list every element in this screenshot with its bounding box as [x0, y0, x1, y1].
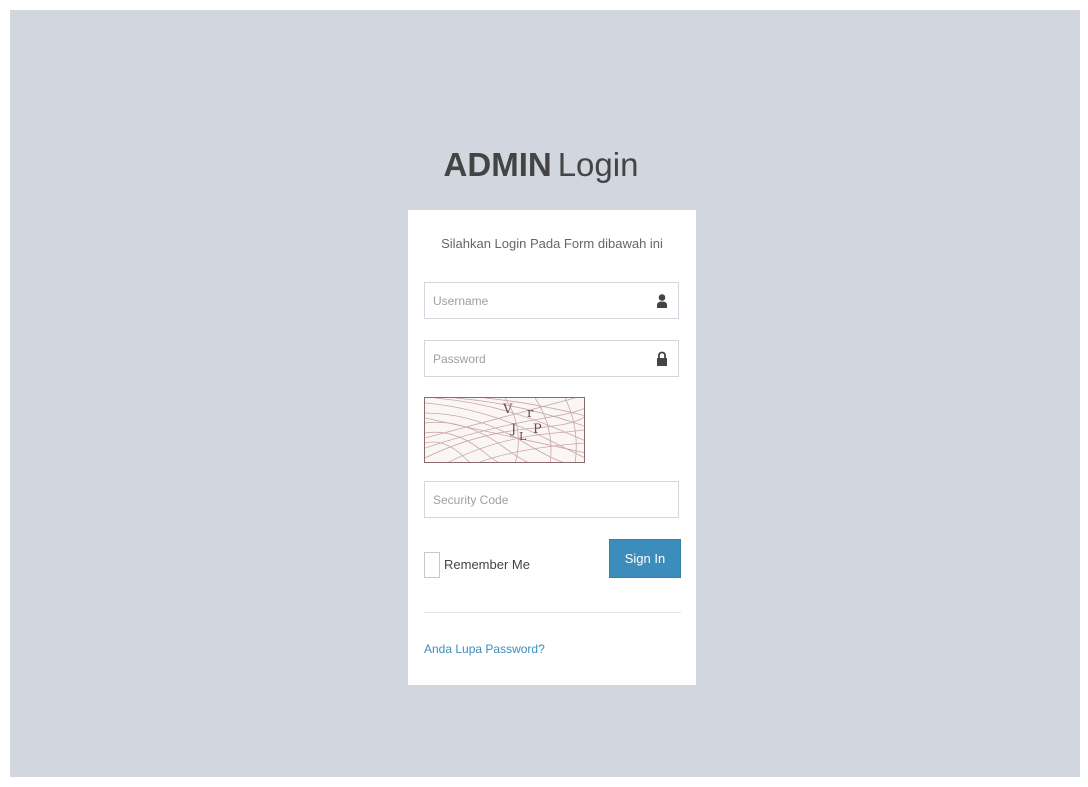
captcha-char: V [503, 402, 513, 417]
captcha-char: P [533, 422, 542, 437]
captcha-char: L [519, 430, 527, 443]
captcha-char: J [511, 422, 517, 437]
user-icon [656, 293, 668, 309]
password-field [424, 340, 679, 377]
sign-in-button[interactable]: Sign In [609, 539, 681, 578]
remember-label: Remember Me [444, 557, 530, 572]
captcha-image: V r J L P [424, 397, 585, 463]
divider [424, 612, 681, 613]
captcha-char: r [527, 406, 534, 421]
logo-light-text: Login [557, 146, 639, 183]
security-code-input[interactable] [425, 482, 678, 517]
username-field [424, 282, 679, 319]
login-box: Silahkan Login Pada Form dibawah ini Use… [408, 210, 696, 685]
logo-bold-text: ADMIN [443, 146, 552, 183]
username-input[interactable] [425, 283, 678, 318]
remember-checkbox[interactable] [424, 552, 440, 578]
forgot-password-link[interactable]: Anda Lupa Password? [424, 642, 545, 656]
password-input[interactable] [425, 341, 678, 376]
login-box-message: Silahkan Login Pada Form dibawah ini [441, 236, 663, 251]
lock-icon [656, 351, 668, 367]
login-logo: ADMIN Login [10, 146, 1072, 184]
login-page: ADMIN Login Silahkan Login Pada Form diba… [10, 10, 1080, 777]
security-code-field [424, 481, 679, 518]
